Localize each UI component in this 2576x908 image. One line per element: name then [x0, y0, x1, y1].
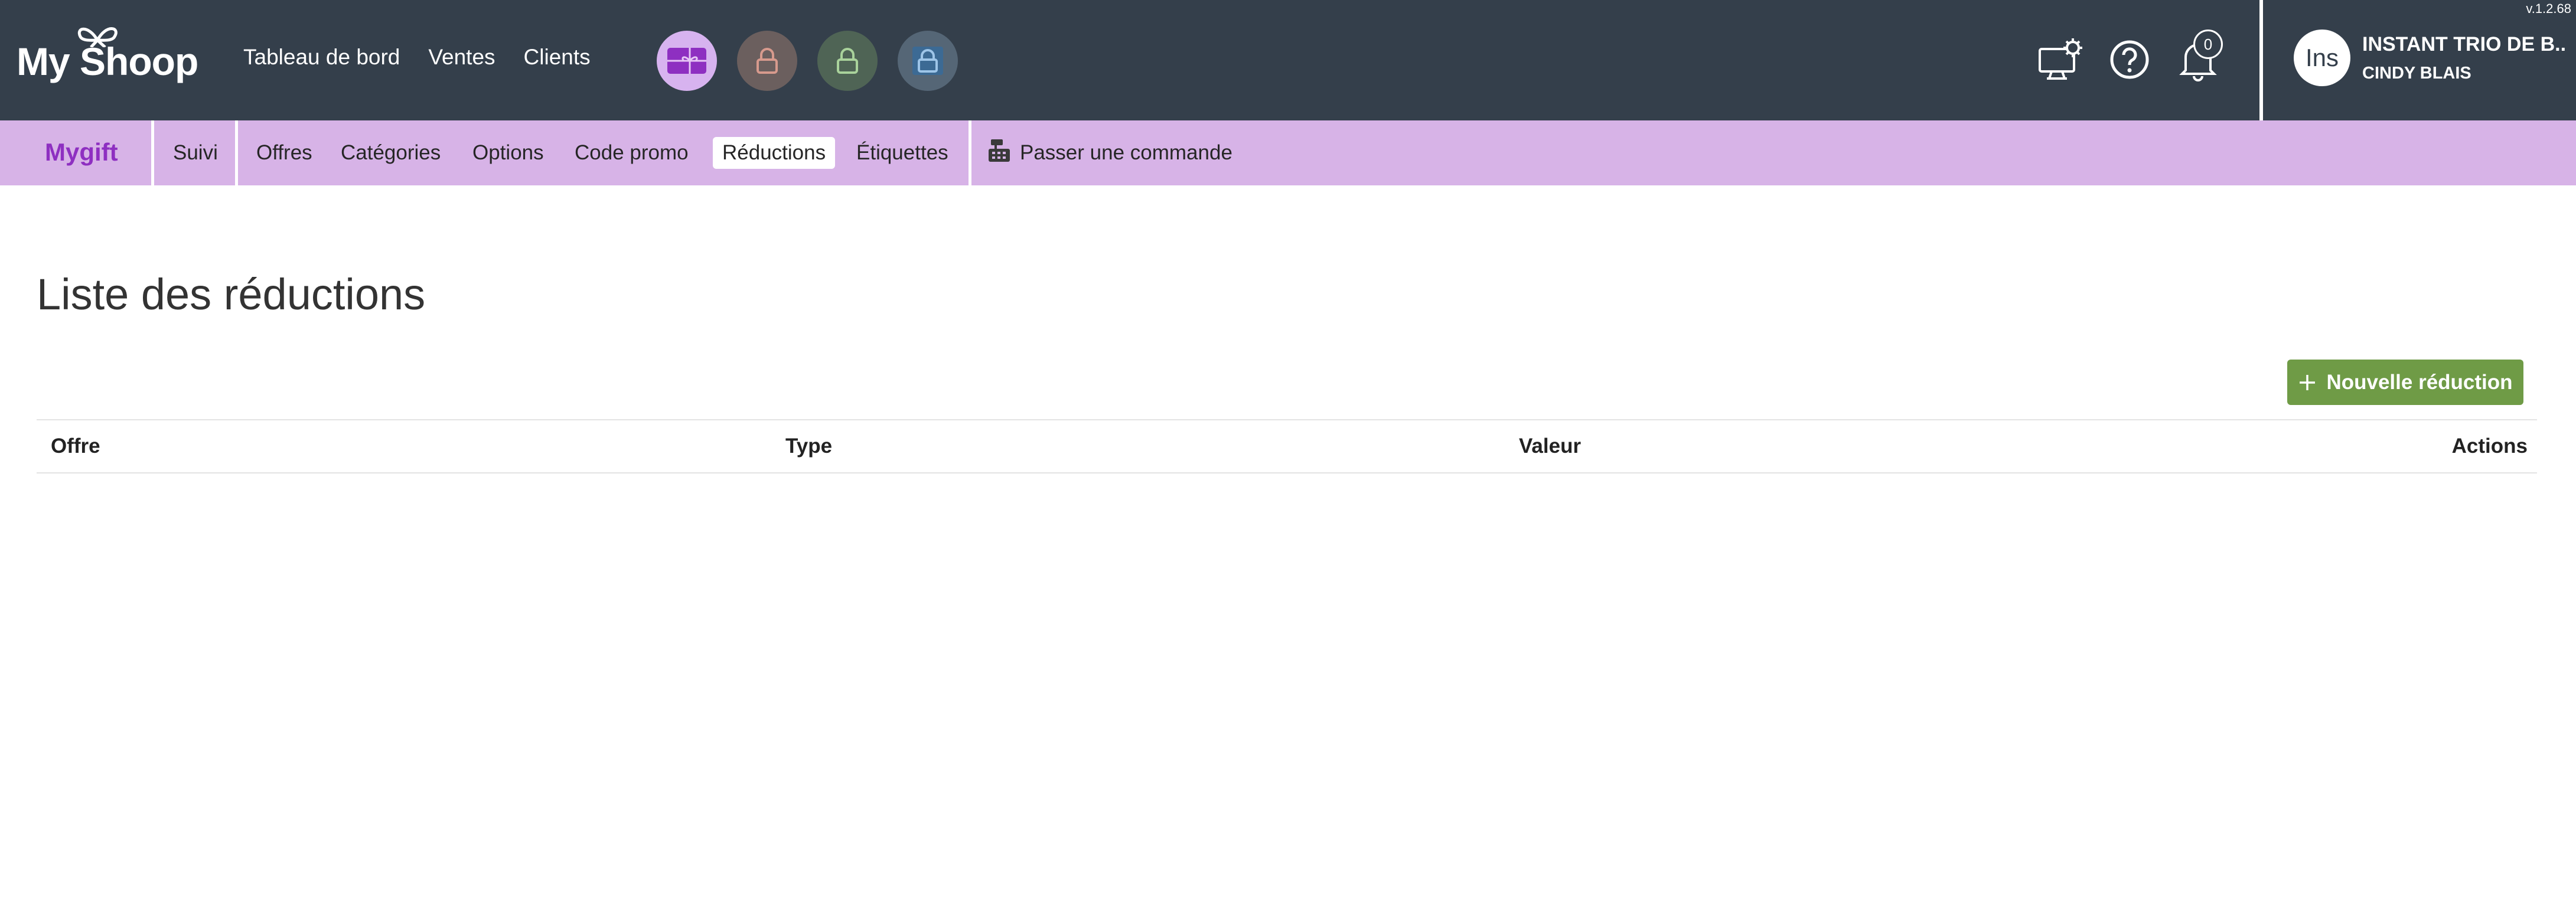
- help-button[interactable]: [2106, 33, 2153, 86]
- app-locked-3-button[interactable]: [898, 31, 958, 91]
- monitor-settings-icon: [2039, 38, 2082, 80]
- reductions-table: Offre Type Valeur Actions: [37, 419, 2537, 473]
- subnav-item-offres[interactable]: Offres: [247, 137, 322, 169]
- shop-name: INSTANT TRIO DE B...: [2362, 33, 2567, 55]
- subnav-item-reductions[interactable]: Réductions: [713, 137, 836, 169]
- subnav-item-categories[interactable]: Catégories: [331, 137, 450, 169]
- column-header-type[interactable]: Type: [785, 435, 832, 458]
- subnav-item-code-promo[interactable]: Code promo: [565, 137, 698, 169]
- nav-clients[interactable]: Clients: [524, 45, 591, 70]
- subnav-item-suivi[interactable]: Suivi: [164, 137, 227, 169]
- new-reduction-button[interactable]: Nouvelle réduction: [2287, 360, 2523, 405]
- plus-icon: [2300, 374, 2316, 390]
- app-mygift-button[interactable]: [657, 31, 717, 91]
- nav-tableau-de-bord[interactable]: Tableau de bord: [243, 45, 400, 70]
- place-order-link[interactable]: Passer une commande: [1020, 137, 1232, 169]
- logo-text: My Shoop: [17, 40, 198, 83]
- gift-card-icon: [667, 48, 706, 74]
- new-reduction-label: Nouvelle réduction: [2326, 370, 2513, 394]
- lock-icon: [912, 47, 943, 75]
- subnav-item-etiquettes[interactable]: Étiquettes: [847, 137, 958, 169]
- divider: [235, 120, 238, 185]
- user-name: CINDY BLAIS: [2362, 64, 2471, 83]
- column-header-offre[interactable]: Offre: [51, 435, 100, 458]
- notification-badge: 0: [2193, 30, 2223, 59]
- module-title[interactable]: Mygift: [45, 138, 118, 166]
- help-icon: [2110, 40, 2149, 79]
- divider: [969, 120, 971, 185]
- header-tools: 0: [2037, 30, 2223, 86]
- cash-register-icon: [989, 139, 1010, 162]
- app-switcher: [657, 31, 958, 91]
- nav-ventes[interactable]: Ventes: [428, 45, 495, 70]
- version-label: v.1.2.68: [2526, 1, 2571, 16]
- top-bar: My Shoop Tableau de bord Ventes Clients: [0, 0, 2576, 120]
- table-header: Offre Type Valeur Actions: [37, 419, 2537, 473]
- module-nav: Mygift Suivi Offres Catégories Options C…: [0, 120, 2576, 185]
- divider: [151, 120, 154, 185]
- notifications-button[interactable]: 0: [2174, 30, 2223, 86]
- avatar: Ins: [2294, 30, 2350, 86]
- subnav-item-options[interactable]: Options: [463, 137, 553, 169]
- lock-icon: [757, 48, 778, 74]
- column-header-valeur[interactable]: Valeur: [1519, 435, 1581, 458]
- main-nav: Tableau de bord Ventes Clients: [243, 45, 591, 70]
- app-locked-2-button[interactable]: [817, 31, 878, 91]
- lock-icon: [837, 48, 858, 74]
- display-settings-button[interactable]: [2037, 33, 2085, 86]
- page-title: Liste des réductions: [37, 270, 426, 319]
- app-locked-1-button[interactable]: [737, 31, 797, 91]
- user-menu[interactable]: v.1.2.68 Ins INSTANT TRIO DE B... CINDY …: [2259, 0, 2576, 120]
- column-header-actions: Actions: [2451, 435, 2528, 458]
